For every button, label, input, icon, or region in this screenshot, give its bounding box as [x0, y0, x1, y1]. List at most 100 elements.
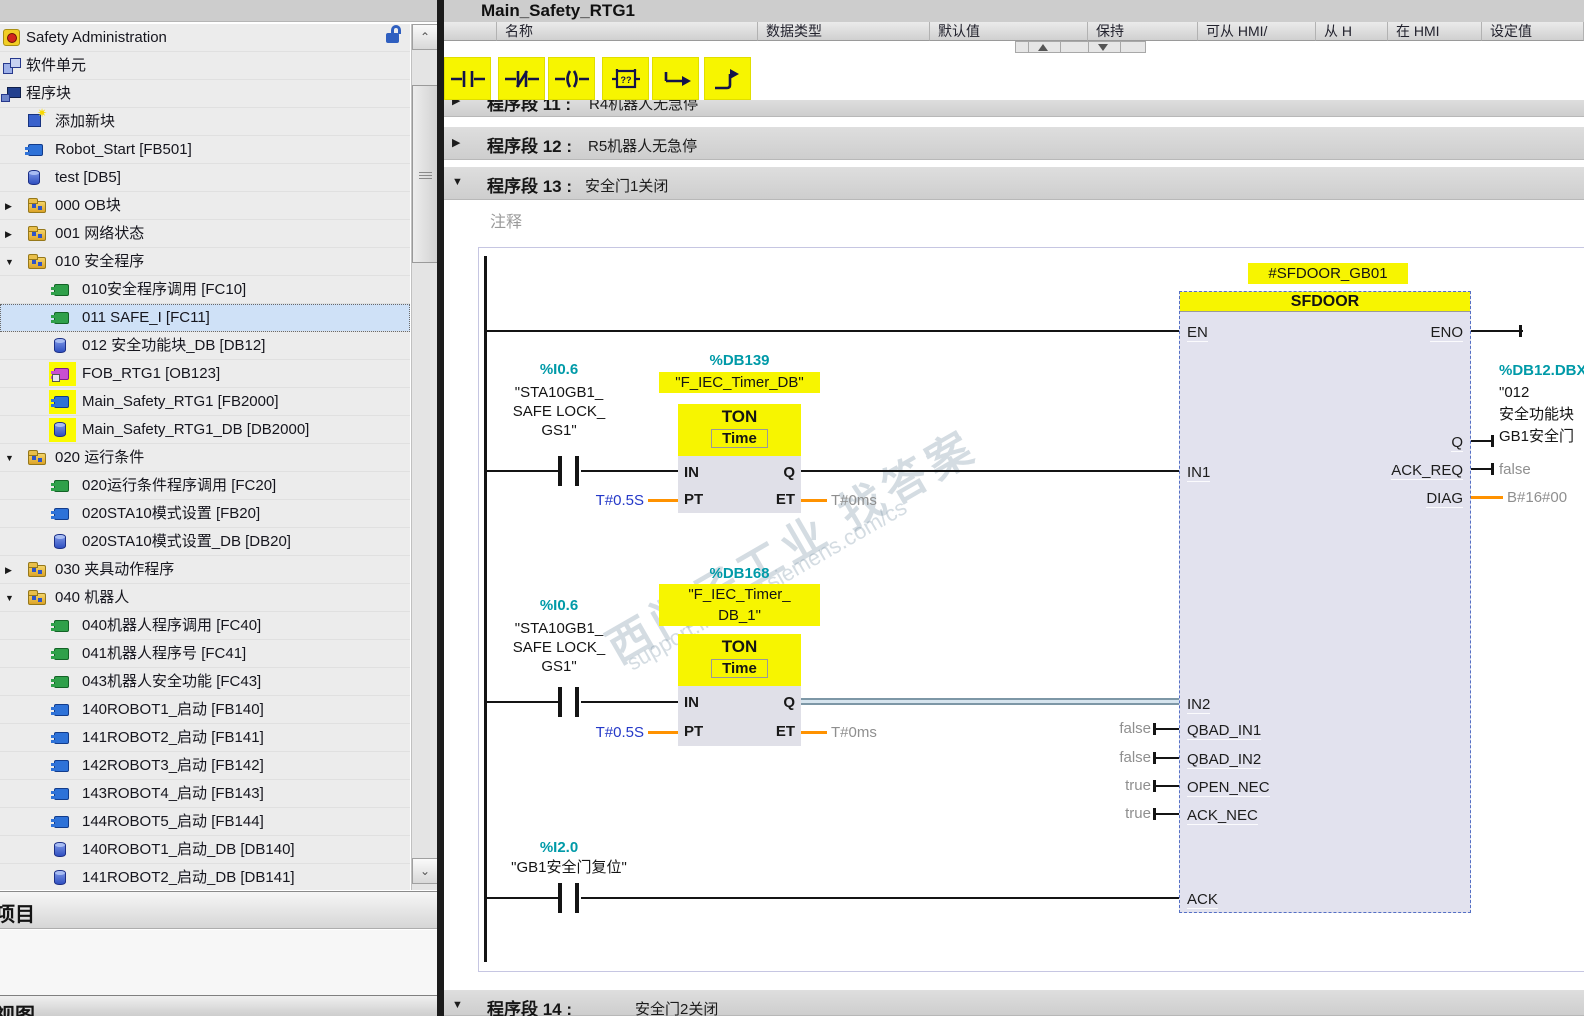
tree-item[interactable]: 041机器人程序号 [FC41]	[0, 640, 410, 668]
triangle-down-icon[interactable]	[1098, 44, 1108, 51]
scroll-down-button[interactable]: ⌄	[412, 858, 438, 884]
collapse-icon[interactable]: ▼	[452, 176, 463, 188]
timer1-header[interactable]: TON Time	[678, 404, 801, 456]
coil-button[interactable]	[548, 57, 595, 100]
tree-item[interactable]: 140ROBOT1_启动_DB [DB140]	[0, 836, 410, 864]
network-12-header[interactable]: ▶ 程序段 12 : R5机器人无急停	[444, 127, 1584, 160]
sfdoor-pin-diag[interactable]: DIAG	[1426, 490, 1463, 508]
timer2-header[interactable]: TON Time	[678, 634, 801, 686]
sfdoor-pin-ack-req[interactable]: ACK_REQ	[1391, 462, 1463, 480]
tree-item[interactable]: 程序块	[0, 80, 410, 108]
sfdoor-pin-qbad-in2[interactable]: QBAD_IN2	[1187, 751, 1262, 769]
tree-item[interactable]: test [DB5]	[0, 164, 410, 192]
qbad-in1-value[interactable]: false	[1051, 720, 1151, 737]
tree-item[interactable]: Safety Administration	[0, 24, 410, 52]
contact2-address[interactable]: %I0.6	[479, 597, 639, 614]
panel-splitter[interactable]	[437, 0, 444, 1016]
tree-item[interactable]: 012 安全功能块_DB [DB12]	[0, 332, 410, 360]
sfdoor-instance-label[interactable]: #SFDOOR_GB01	[1248, 263, 1408, 284]
contact2-operand[interactable]: "STA10GB1_ SAFE LOCK_ GS1"	[479, 619, 639, 676]
contact3-bar[interactable]	[558, 883, 562, 913]
tree-item[interactable]: 010安全程序调用 [FC10]	[0, 276, 410, 304]
timer2-pin-q[interactable]: Q	[783, 694, 795, 711]
tree-item[interactable]: 143ROBOT4_启动 [FB143]	[0, 780, 410, 808]
sfdoor-block[interactable]: SFDOOR EN ENO IN1 IN2 QBAD_IN1 QBAD_IN2 …	[1179, 291, 1471, 913]
tree-item[interactable]: 软件单元	[0, 52, 410, 80]
timer2-body[interactable]: IN Q PT ET	[678, 686, 801, 746]
close-branch-button[interactable]	[704, 57, 751, 100]
contact2-bar[interactable]	[558, 687, 562, 717]
sfdoor-pin-open-nec[interactable]: OPEN_NEC	[1187, 779, 1270, 797]
tree-item[interactable]: 141ROBOT2_启动_DB [DB141]	[0, 864, 410, 890]
contact3-bar[interactable]	[575, 883, 579, 913]
normally-open-contact-button[interactable]	[444, 57, 491, 100]
sfdoor-pin-qbad-in1[interactable]: QBAD_IN1	[1187, 722, 1262, 740]
tree-expander-icon[interactable]: ▼	[5, 584, 14, 612]
timer2-pin-pt[interactable]: PT	[684, 723, 703, 740]
timer2-db-address[interactable]: %DB168	[659, 565, 820, 582]
wire-selected[interactable]	[801, 698, 1179, 705]
scroll-up-button[interactable]: ⌃	[412, 24, 438, 50]
tree-item[interactable]: Main_Safety_RTG1_DB [DB2000]	[0, 416, 410, 444]
tree-item[interactable]: 043机器人安全功能 [FC43]	[0, 668, 410, 696]
diag-value[interactable]: B#16#00	[1507, 489, 1567, 506]
timer2-et-value[interactable]: T#0ms	[831, 724, 877, 741]
view-bar[interactable]: 视图	[0, 995, 437, 1016]
sfdoor-pin-q[interactable]: Q	[1451, 434, 1463, 452]
tree-item[interactable]: Robot_Start [FB501]	[0, 136, 410, 164]
column-setpoint[interactable]: 设定值	[1482, 22, 1584, 41]
tree-expander-icon[interactable]: ▼	[5, 248, 14, 276]
timer2-name[interactable]: "F_IEC_Timer_ DB_1"	[659, 584, 820, 626]
column-name[interactable]: 名称	[497, 22, 758, 41]
network-13-comment-row[interactable]: 注释	[444, 200, 1584, 240]
network-14-header[interactable]: ▼ 程序段 14 : 安全门2关闭	[444, 990, 1584, 1016]
network-13-header[interactable]: ▼ 程序段 13 : 安全门1关闭	[444, 167, 1584, 200]
empty-box-button[interactable]: ??	[602, 57, 649, 100]
contact3-address[interactable]: %I2.0	[479, 839, 639, 856]
tree-item[interactable]: Main_Safety_RTG1 [FB2000]	[0, 388, 410, 416]
column-from-h[interactable]: 从 H	[1316, 22, 1388, 41]
timer1-pin-pt[interactable]: PT	[684, 491, 703, 508]
tree-item[interactable]: 040机器人程序调用 [FC40]	[0, 612, 410, 640]
column-from-hmi[interactable]: 可从 HMI/	[1198, 22, 1316, 41]
timer1-body[interactable]: IN Q PT ET	[678, 456, 801, 513]
table-splitter-spinner[interactable]	[1015, 41, 1146, 53]
timer2-pin-et[interactable]: ET	[776, 723, 795, 740]
tree-item[interactable]: 添加新块	[0, 106, 410, 136]
column-in-hmi[interactable]: 在 HMI	[1388, 22, 1482, 41]
sfdoor-pin-in2[interactable]: IN2	[1187, 696, 1211, 714]
collapse-icon[interactable]: ▶	[452, 136, 460, 149]
sfdoor-pin-ack-nec[interactable]: ACK_NEC	[1187, 807, 1258, 825]
tree-item[interactable]: 020STA10模式设置_DB [DB20]	[0, 528, 410, 556]
sfdoor-pin-in1[interactable]: IN1	[1187, 464, 1211, 482]
tree-item[interactable]: 011 SAFE_I [FC11]	[0, 304, 410, 332]
tree-item[interactable]: ▶ 001 网络状态	[0, 220, 410, 248]
collapse-icon[interactable]: ▼	[452, 999, 463, 1011]
ack-nec-value[interactable]: true	[1051, 805, 1151, 822]
q-output-operand[interactable]: %DB12.DBX "012 安全功能块 GB1安全门	[1499, 360, 1584, 448]
column-retain[interactable]: 保持	[1088, 22, 1198, 41]
open-branch-button[interactable]	[652, 57, 699, 100]
contact1-address[interactable]: %I0.6	[479, 361, 639, 378]
collapse-icon[interactable]: ▶	[452, 100, 460, 107]
timer2-pt-value[interactable]: T#0.5S	[554, 724, 644, 741]
tree-item[interactable]: 144ROBOT5_启动 [FB144]	[0, 808, 410, 836]
contact3-operand[interactable]: "GB1安全门复位"	[479, 858, 669, 877]
open-nec-value[interactable]: true	[1051, 777, 1151, 794]
timer1-pin-in[interactable]: IN	[684, 464, 699, 481]
tree-item[interactable]: ▼ 010 安全程序	[0, 248, 410, 276]
triangle-up-icon[interactable]	[1038, 44, 1048, 51]
network-11-header[interactable]: ▶ 程序段 11 : R4机器人无急停	[444, 100, 1584, 117]
tree-item[interactable]: ▶ 030 夹具动作程序	[0, 556, 410, 584]
tree-item[interactable]: 141ROBOT2_启动 [FB141]	[0, 724, 410, 752]
timer1-pin-et[interactable]: ET	[776, 491, 795, 508]
tree-item[interactable]: FOB_RTG1 [OB123]	[0, 360, 410, 388]
ack-req-value[interactable]: false	[1499, 461, 1531, 478]
tree-item[interactable]: 020运行条件程序调用 [FC20]	[0, 472, 410, 500]
tree-expander-icon[interactable]: ▼	[5, 444, 14, 472]
contact1-bar[interactable]	[558, 456, 562, 486]
column-datatype[interactable]: 数据类型	[758, 22, 930, 41]
timer1-et-value[interactable]: T#0ms	[831, 492, 877, 509]
tree-item[interactable]: 020STA10模式设置 [FB20]	[0, 500, 410, 528]
tree-expander-icon[interactable]: ▶	[5, 220, 12, 248]
